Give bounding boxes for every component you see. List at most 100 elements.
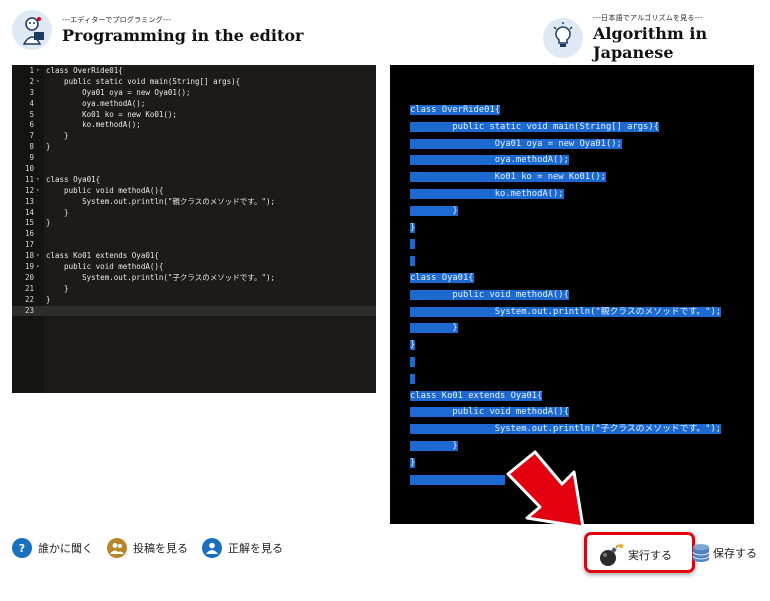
editor-lines[interactable]: 1 ▾ class OverRide01{2 ▾ public static void… bbox=[12, 66, 376, 317]
code-text[interactable]: public void methodA(){ bbox=[46, 186, 163, 197]
fold-arrow-icon[interactable]: ▾ bbox=[36, 175, 40, 186]
code-line[interactable]: 20 System.out.println("子クラスのメソッドです。"); bbox=[12, 273, 376, 284]
line-number: 7 bbox=[29, 131, 34, 141]
output-line-text: } bbox=[410, 205, 458, 216]
code-line[interactable]: 19 ▾ public void methodA(){ bbox=[12, 262, 376, 273]
output-line bbox=[410, 354, 721, 371]
line-number: 17 bbox=[24, 240, 34, 250]
code-text[interactable]: System.out.println("子クラスのメソッドです。"); bbox=[46, 273, 275, 284]
red-arrow-icon bbox=[506, 450, 585, 529]
algorithm-subtitle: ---日本語でアルゴリズムを見る--- bbox=[593, 14, 703, 22]
output-line-text: System.out.println("子クラスのメソッドです。"); bbox=[410, 424, 722, 435]
programmer-avatar-icon bbox=[12, 10, 52, 50]
line-number: 14 bbox=[24, 207, 34, 217]
output-line: } bbox=[410, 337, 721, 354]
output-line-text: class OverRide01{ bbox=[410, 105, 501, 115]
code-text[interactable]: class Ko01 extends Oya01{ bbox=[46, 251, 159, 262]
output-line bbox=[410, 371, 721, 388]
code-text[interactable]: public void methodA(){ bbox=[46, 262, 163, 273]
code-line[interactable]: 4 oya.methodA(); bbox=[12, 99, 376, 110]
code-line[interactable]: 12 ▾ public void methodA(){ bbox=[12, 186, 376, 197]
code-line[interactable]: 21 } bbox=[12, 284, 376, 295]
line-number: 6 bbox=[29, 120, 34, 130]
code-text[interactable]: class OverRide01{ bbox=[46, 66, 123, 77]
output-line-text: } bbox=[410, 340, 416, 351]
output-line-text: } bbox=[410, 323, 458, 334]
code-line[interactable]: 23 bbox=[12, 305, 376, 317]
save-button[interactable]: 保存する bbox=[692, 543, 757, 563]
output-line-text: public void methodA(){ bbox=[410, 407, 569, 418]
ask-someone-label: 誰かに聞く bbox=[38, 542, 93, 555]
output-line-text: ko.methodA(); bbox=[410, 188, 564, 199]
line-number: 5 bbox=[29, 109, 34, 119]
output-line-text: } bbox=[410, 457, 416, 468]
code-line[interactable]: 1 ▾ class OverRide01{ bbox=[12, 66, 376, 77]
code-line[interactable]: 22} bbox=[12, 295, 376, 306]
line-number: 19 bbox=[24, 262, 34, 272]
code-line[interactable]: 16 bbox=[12, 229, 376, 240]
line-number: 4 bbox=[29, 98, 34, 108]
code-line[interactable]: 17 bbox=[12, 240, 376, 251]
view-posts-button[interactable]: 投稿を見る bbox=[107, 538, 188, 558]
line-number: 21 bbox=[24, 283, 34, 293]
editor-subtitle: ---エディターでプログラミング--- bbox=[62, 16, 172, 24]
code-line[interactable]: 13 System.out.println("親クラスのメソッドです。"); bbox=[12, 197, 376, 208]
fold-arrow-icon[interactable]: ▾ bbox=[36, 77, 40, 88]
line-number: 1 bbox=[29, 66, 34, 75]
output-line: class Oya01{ bbox=[410, 270, 721, 287]
code-line[interactable]: 11 ▾ class Oya01{ bbox=[12, 175, 376, 186]
code-line[interactable]: 10 bbox=[12, 164, 376, 175]
database-icon bbox=[692, 544, 710, 562]
code-line[interactable]: 5 Ko01 ko = new Ko01(); bbox=[12, 110, 376, 121]
code-line[interactable]: 7 } bbox=[12, 131, 376, 142]
code-line[interactable]: 6 ko.methodA(); bbox=[12, 120, 376, 131]
output-line: Ko01 ko = new Ko01(); bbox=[410, 169, 721, 186]
output-line: } bbox=[410, 203, 721, 220]
code-line[interactable]: 14 } bbox=[12, 208, 376, 219]
output-line: oya.methodA(); bbox=[410, 152, 721, 169]
algorithm-title: Algorithm in Japanese bbox=[593, 24, 708, 62]
view-posts-label: 投稿を見る bbox=[133, 542, 188, 555]
code-text[interactable]: Oya01 oya = new Oya01(); bbox=[46, 88, 190, 99]
code-line[interactable]: 8} bbox=[12, 142, 376, 153]
code-text[interactable]: } bbox=[46, 131, 69, 142]
people-icon bbox=[107, 538, 127, 558]
code-text[interactable]: } bbox=[46, 284, 69, 295]
output-line-text: oya.methodA(); bbox=[410, 155, 569, 166]
code-line[interactable]: 18 ▾ class Ko01 extends Oya01{ bbox=[12, 251, 376, 262]
run-button[interactable]: 実行する bbox=[598, 543, 672, 567]
code-editor[interactable]: 1 ▾ class OverRide01{2 ▾ public static void… bbox=[12, 65, 376, 393]
line-number: 23 bbox=[24, 305, 34, 315]
code-text[interactable]: } bbox=[46, 295, 51, 306]
code-text[interactable]: } bbox=[46, 142, 51, 153]
code-text[interactable]: class Oya01{ bbox=[46, 175, 100, 186]
code-text[interactable]: } bbox=[46, 208, 69, 219]
footer-actions: ? 誰かに聞く 投稿を見る 正解を見る bbox=[12, 538, 297, 558]
line-number: 8 bbox=[29, 142, 34, 152]
fold-arrow-icon[interactable]: ▾ bbox=[36, 186, 40, 197]
code-line[interactable]: 2 ▾ public static void main(String[] args… bbox=[12, 77, 376, 88]
code-text[interactable]: public static void main(String[] args){ bbox=[46, 77, 240, 88]
output-line: } bbox=[410, 220, 721, 237]
fold-arrow-icon[interactable]: ▾ bbox=[36, 66, 40, 77]
output-line: System.out.println("子クラスのメソッドです。"); bbox=[410, 421, 722, 438]
save-label: 保存する bbox=[713, 547, 757, 560]
output-line: ko.methodA(); bbox=[410, 186, 721, 203]
code-text[interactable]: } bbox=[46, 218, 51, 229]
ask-someone-button[interactable]: ? 誰かに聞く bbox=[12, 538, 93, 558]
output-line-text: class Ko01 extends Oya01{ bbox=[410, 390, 543, 401]
fold-arrow-icon[interactable]: ▾ bbox=[36, 262, 40, 273]
code-line[interactable]: 9 bbox=[12, 153, 376, 164]
code-line[interactable]: 15} bbox=[12, 218, 376, 229]
code-text[interactable]: ko.methodA(); bbox=[46, 120, 141, 131]
code-line[interactable]: 3 Oya01 oya = new Oya01(); bbox=[12, 88, 376, 99]
line-number: 2 bbox=[29, 76, 34, 86]
code-text[interactable]: System.out.println("親クラスのメソッドです。"); bbox=[46, 197, 275, 208]
code-text[interactable]: Ko01 ko = new Ko01(); bbox=[46, 110, 177, 121]
code-text[interactable]: oya.methodA(); bbox=[46, 99, 145, 110]
line-number: 11 bbox=[24, 174, 34, 184]
fold-arrow-icon[interactable]: ▾ bbox=[36, 251, 40, 262]
view-answer-button[interactable]: 正解を見る bbox=[202, 538, 283, 558]
output-line-text bbox=[410, 356, 416, 367]
line-number: 9 bbox=[29, 153, 34, 163]
